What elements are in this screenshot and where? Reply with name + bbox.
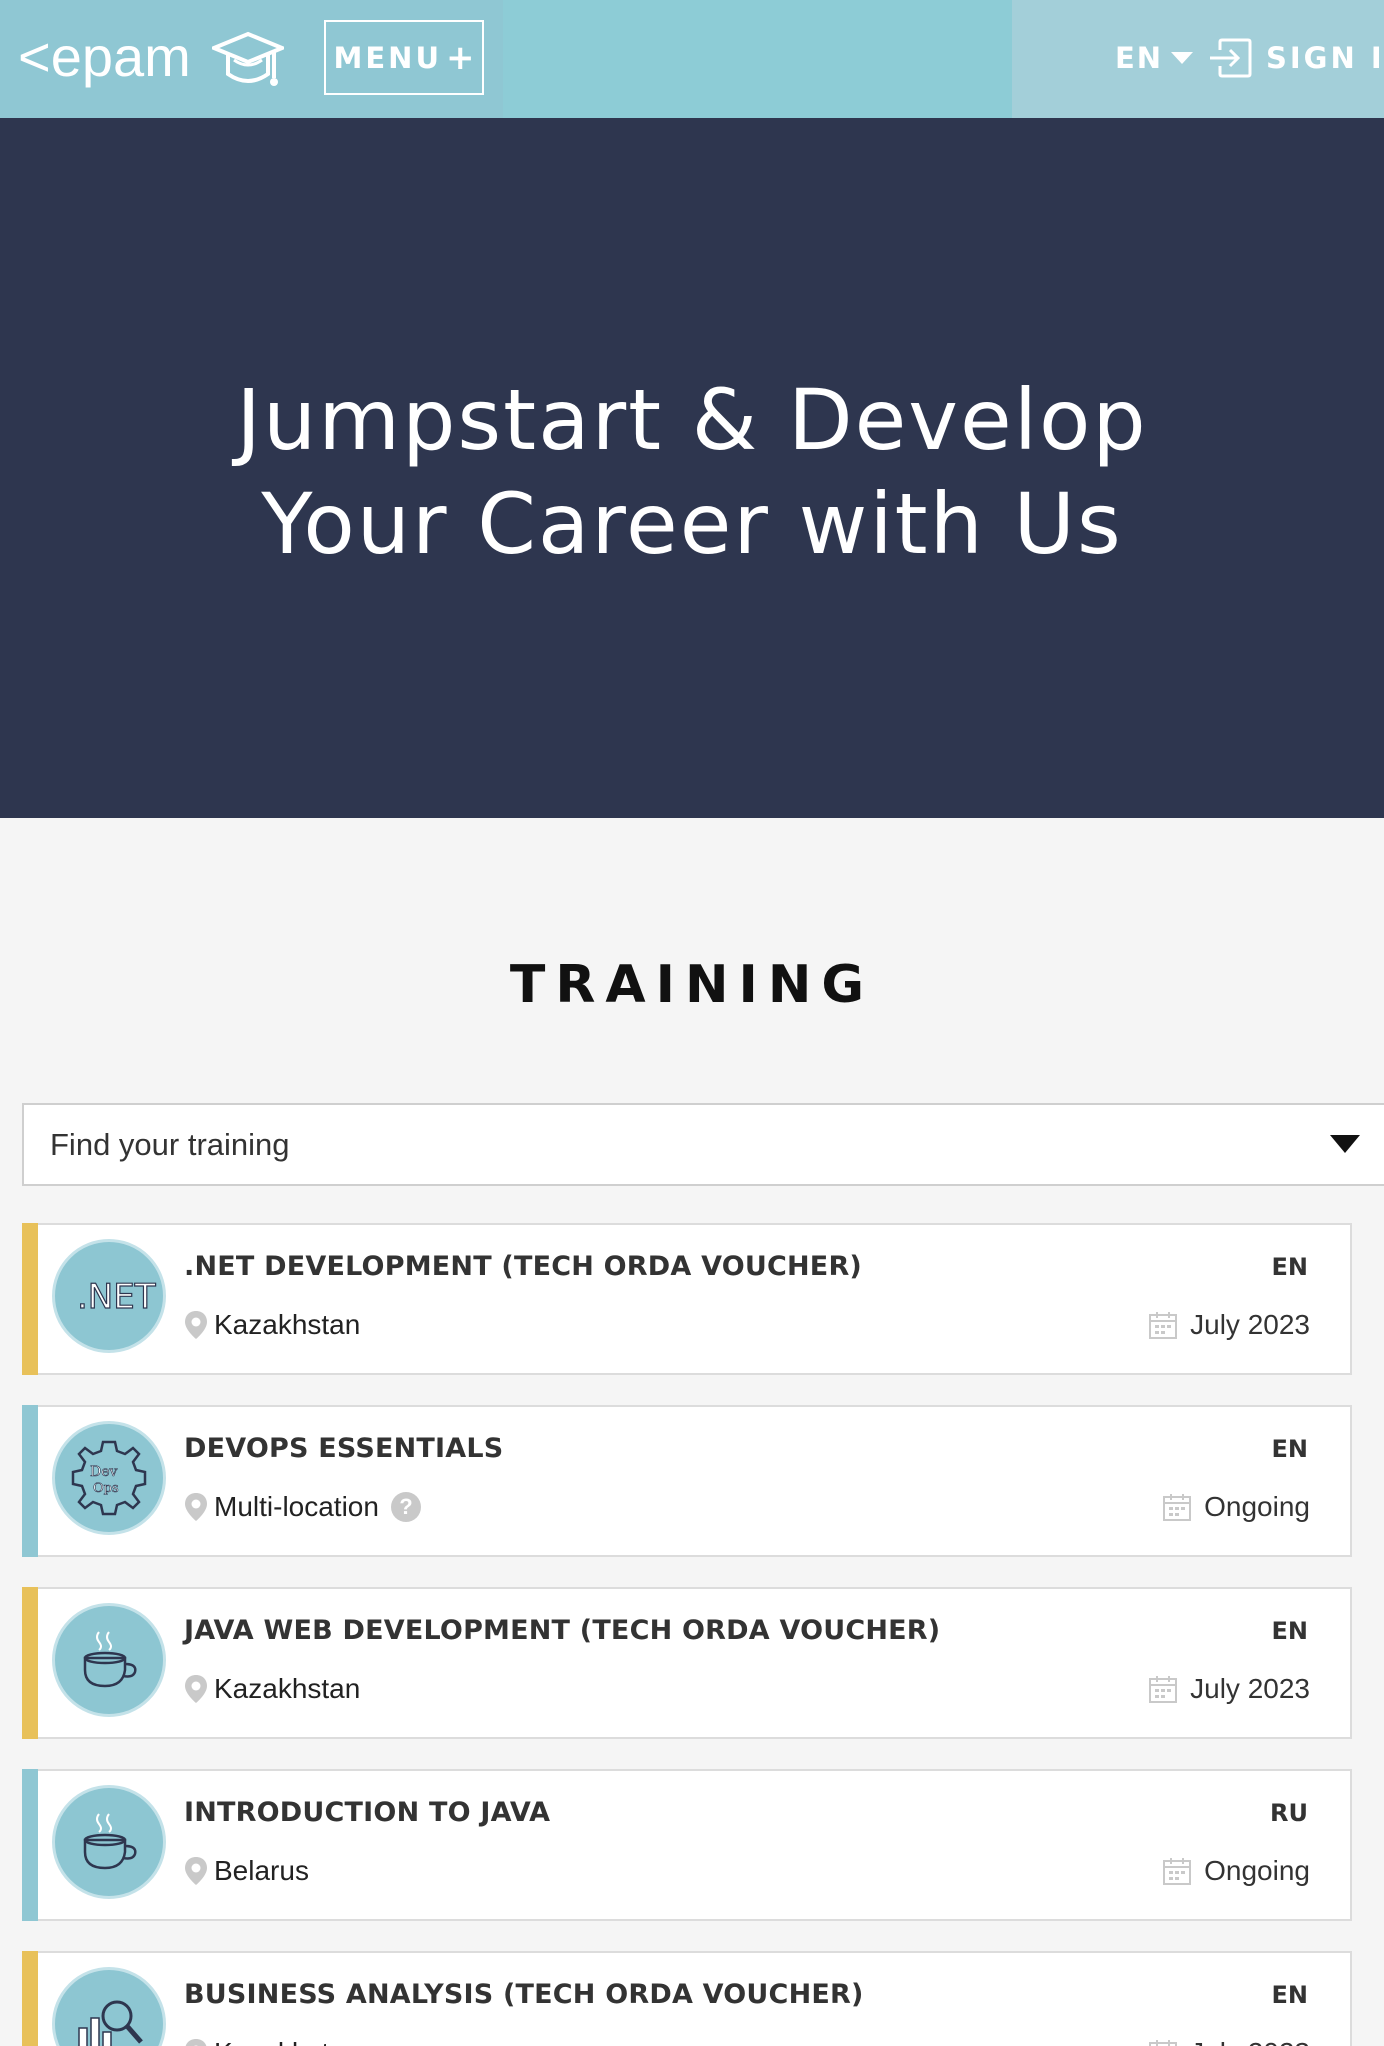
hero-title-line1: Jumpstart & Develop [236,371,1148,469]
card-language: EN [1271,1435,1308,1463]
calendar-icon [1149,2040,1178,2046]
card-title: INTRODUCTION TO JAVA [184,1797,551,1828]
graduation-cap-icon [212,31,284,86]
card-accent-stripe [22,1223,38,1375]
training-search-dropdown[interactable]: Find your training [22,1103,1384,1186]
header-band [503,0,1012,118]
location-text: Kazakhstan [214,1673,361,1704]
menu-button[interactable]: MENU + [324,20,484,95]
location-pin-icon [185,1311,207,1339]
training-card[interactable]: BUSINESS ANALYSIS (TECH ORDA VOUCHER) EN… [22,1951,1352,2046]
help-icon[interactable]: ? [390,1492,421,1522]
training-card[interactable]: .NET .NET DEVELOPMENT (TECH ORDA VOUCHER… [22,1223,1352,1375]
hero-banner: Jumpstart & Develop Your Career with Us [0,118,1384,818]
coffee-cup-icon [52,1603,166,1717]
date-text: July 2023 [1190,1673,1310,1704]
chevron-down-icon [1171,52,1194,64]
training-section-title: TRAINING [509,955,875,1015]
training-card[interactable]: JAVA WEB DEVELOPMENT (TECH ORDA VOUCHER)… [22,1587,1352,1739]
location-text: Kazakhstan [214,2037,360,2046]
card-date: July 2023 [1148,1673,1310,1705]
menu-label: MENU [333,40,442,75]
card-location: Kazakhstan [184,2037,360,2046]
search-placeholder: Find your training [50,1126,290,1162]
sign-in-icon[interactable] [1208,36,1254,80]
hero-title: Jumpstart & Develop Your Career with Us [0,368,1384,576]
card-location: Kazakhstan [184,1309,360,1341]
date-text: Ongoing [1204,1491,1310,1522]
card-date: July 2023 [1148,1309,1310,1341]
svg-text:.NET: .NET [77,1277,156,1317]
calendar-icon [1163,1494,1192,1521]
card-date: Ongoing [1162,1491,1310,1523]
svg-text:Dev: Dev [90,1464,118,1480]
card-location: Kazakhstan [184,1673,360,1705]
location-text: Belarus [214,1855,309,1886]
dotnet-icon: .NET [52,1239,166,1353]
svg-text:Ops: Ops [93,1481,119,1496]
card-location: Belarus [184,1855,309,1887]
card-date: Ongoing [1162,1855,1310,1887]
card-language: EN [1271,1253,1308,1281]
analytics-icon [52,1967,166,2046]
card-accent-stripe [22,1951,38,2046]
card-title: BUSINESS ANALYSIS (TECH ORDA VOUCHER) [184,1979,864,2010]
card-accent-stripe [22,1587,38,1739]
location-pin-icon [185,1493,207,1521]
location-text: Multi-location [214,1491,379,1522]
date-text: July 2023 [1190,1309,1310,1340]
location-text: Kazakhstan [214,1309,361,1340]
date-text: Ongoing [1204,1855,1310,1886]
sign-in-link[interactable]: SIGN IN [1266,36,1384,80]
card-location: Multi-location ? [184,1491,421,1523]
card-language: EN [1271,1981,1308,2009]
card-accent-stripe [22,1769,38,1921]
calendar-icon [1163,1858,1192,1885]
card-date: July 2023 [1148,2037,1310,2046]
hero-title-line2: Your Career with Us [261,475,1123,573]
plus-icon: + [446,37,475,78]
location-pin-icon [185,2039,207,2046]
language-selector[interactable]: EN [1115,36,1194,80]
svg-text:<epam>: <epam> [18,25,193,88]
location-pin-icon [185,1675,207,1703]
training-card[interactable]: Dev Ops DEVOPS ESSENTIALS EN Multi-locat… [22,1405,1352,1557]
card-title: DEVOPS ESSENTIALS [184,1433,504,1464]
dropdown-caret-icon[interactable] [1330,1135,1360,1153]
devops-gear-icon: Dev Ops [52,1421,166,1535]
card-language: RU [1270,1799,1308,1827]
training-card[interactable]: INTRODUCTION TO JAVA RU Belarus Ongoing [22,1769,1352,1921]
calendar-icon [1149,1676,1178,1703]
card-title: JAVA WEB DEVELOPMENT (TECH ORDA VOUCHER) [184,1615,941,1646]
coffee-cup-icon [52,1785,166,1899]
language-label: EN [1115,41,1164,75]
date-text: July 2023 [1190,2037,1310,2046]
calendar-icon [1149,1312,1178,1339]
card-language: EN [1271,1617,1308,1645]
location-pin-icon [185,1857,207,1885]
epam-logo[interactable]: <epam> [18,22,193,94]
card-title: .NET DEVELOPMENT (TECH ORDA VOUCHER) [184,1251,862,1282]
card-accent-stripe [22,1405,38,1557]
